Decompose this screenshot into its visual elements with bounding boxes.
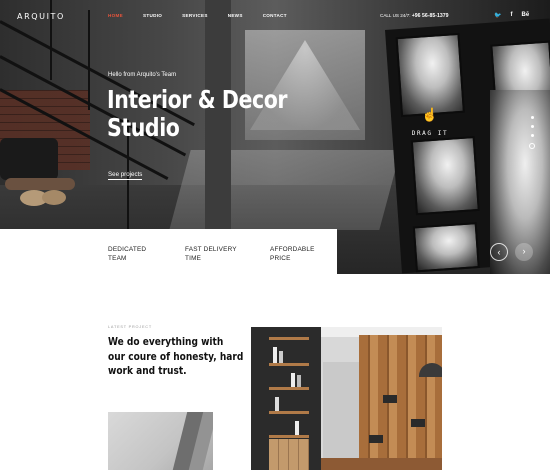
project-image[interactable] [251, 327, 442, 470]
menu-item-contact[interactable]: CONTACT [263, 13, 287, 18]
hero-title: Interior & Decor Studio [107, 85, 288, 142]
hero-title-line1: Interior & Decor [107, 85, 288, 114]
social-links: 🐦 f Bē [494, 12, 538, 19]
shelf-board [269, 363, 309, 366]
slider-next-button[interactable]: › [515, 243, 533, 261]
photo-frame [395, 32, 465, 118]
book [297, 375, 301, 387]
wood-niche [411, 419, 425, 427]
hero-floor-light [169, 150, 401, 230]
wood-slat-wall [359, 335, 442, 470]
feature-line: TIME [185, 255, 202, 262]
book [279, 351, 283, 363]
hero-log [42, 190, 66, 205]
hero-coffee-table [5, 178, 75, 190]
hand-pointer-icon: ☝ [421, 107, 439, 122]
hero-sofa [0, 138, 58, 180]
wood-niche [383, 395, 397, 403]
about-line: our coure of honesty, hard [108, 350, 244, 363]
menu-item-services[interactable]: SERVICES [182, 13, 208, 18]
hero-greeting: Hello from Arquito's Team [108, 72, 177, 78]
slider-dot[interactable] [530, 134, 534, 137]
shelf-board [269, 411, 309, 414]
menu-item-home[interactable]: HOME [108, 13, 123, 18]
call-us: CALL US 24/7: +96 56-85-1379 [380, 13, 449, 19]
about-line: work and trust. [108, 365, 187, 377]
section-eyebrow: LATEST PROJECT [108, 325, 152, 329]
slider-pagination [529, 116, 535, 155]
hero-title-line2: Studio [107, 113, 180, 142]
feature-line: TEAM [108, 255, 127, 262]
book [295, 421, 299, 435]
call-label: CALL US 24/7: [380, 13, 411, 18]
drag-hint[interactable]: ☝ DRAG IT [410, 108, 450, 140]
feature-item: AFFORDABLE PRICE [270, 245, 315, 263]
behance-icon[interactable]: Bē [521, 12, 529, 19]
site-logo[interactable]: ARQUITO [17, 12, 65, 21]
about-heading: We do everything with our coure of hones… [108, 335, 254, 379]
menu-item-studio[interactable]: STUDIO [143, 13, 162, 18]
slider-dot[interactable] [530, 116, 534, 119]
storage-bins [269, 439, 309, 470]
feature-item: DEDICATED TEAM [108, 245, 146, 263]
feature-line: FAST DELIVERY [185, 246, 237, 253]
slider-dot[interactable] [530, 125, 534, 128]
book [273, 347, 277, 363]
slider-prev-button[interactable]: ‹ [490, 243, 508, 261]
feature-line: DEDICATED [108, 246, 147, 253]
photo-frame [410, 136, 480, 216]
room-bookshelf [251, 327, 321, 470]
menu-item-news[interactable]: NEWS [228, 13, 243, 18]
room-floor [321, 458, 442, 470]
shelf-board [269, 435, 309, 438]
book [275, 397, 279, 411]
shelf-board [269, 387, 309, 390]
top-navigation: ARQUITO HOME STUDIO SERVICES NEWS CONTAC… [0, 0, 550, 32]
slider-dot-active[interactable] [529, 143, 535, 149]
shelf-board [269, 337, 309, 340]
room-door [323, 362, 359, 470]
drag-label: DRAG IT [411, 130, 449, 137]
see-projects-link[interactable]: See projects [108, 171, 143, 180]
photo-frame [412, 222, 480, 273]
book [291, 373, 295, 387]
twitter-icon[interactable]: 🐦 [494, 12, 501, 19]
feature-line: PRICE [270, 255, 291, 262]
phone-number[interactable]: +96 56-85-1379 [412, 13, 449, 19]
about-line: We do everything with [108, 336, 224, 348]
feature-item: FAST DELIVERY TIME [185, 245, 237, 263]
project-thumbnail[interactable] [108, 412, 213, 470]
main-menu: HOME STUDIO SERVICES NEWS CONTACT [108, 13, 307, 18]
feature-line: AFFORDABLE [270, 246, 315, 253]
wood-niche [369, 435, 383, 443]
facebook-icon[interactable]: f [510, 12, 512, 19]
